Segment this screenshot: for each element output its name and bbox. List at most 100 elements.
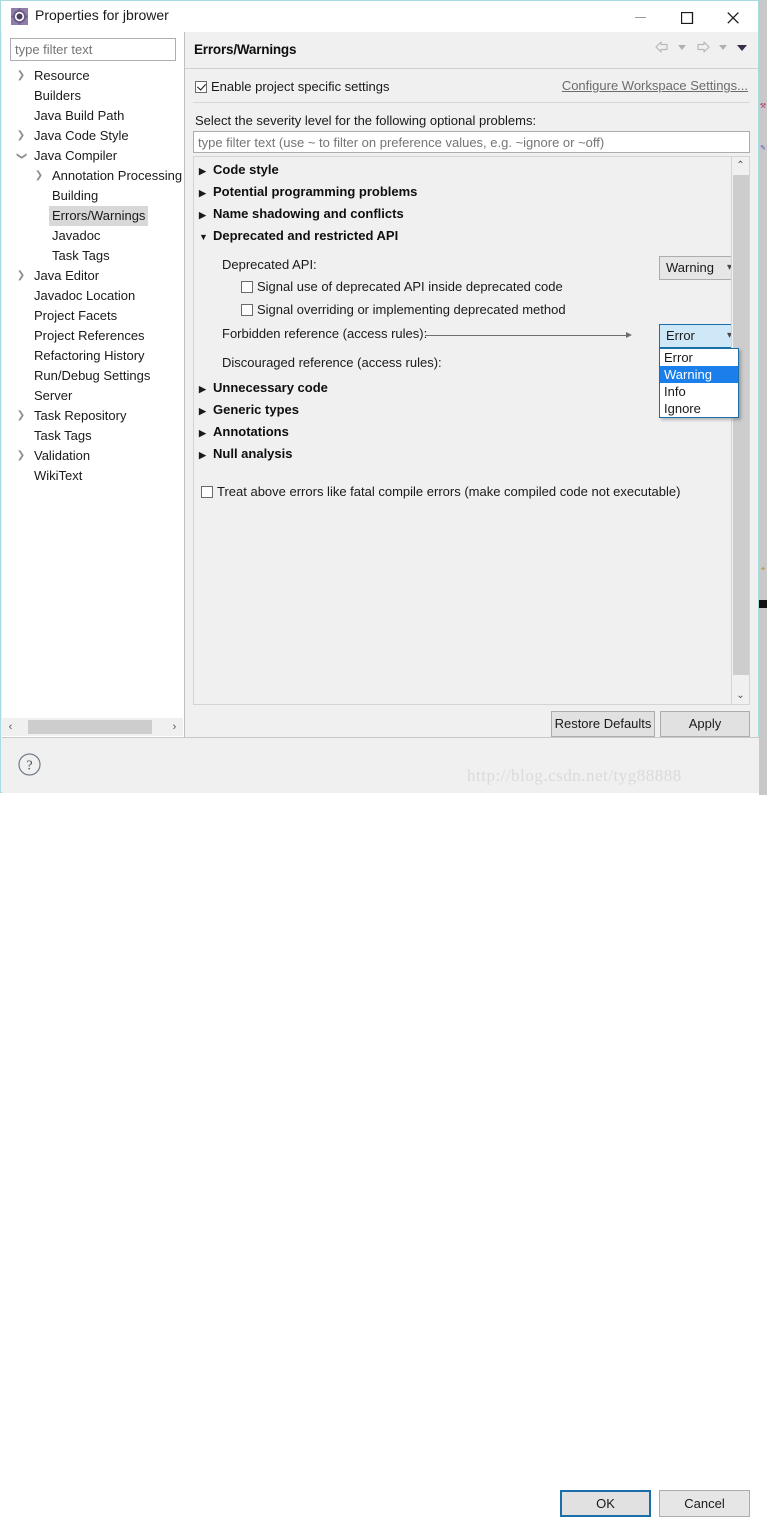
title-bar: Properties for jbrower [1,1,758,32]
maximize-icon [681,12,694,24]
sidebar-item-task-tags[interactable]: Task Tags [2,246,184,266]
combo-value: Error [666,328,695,343]
restore-defaults-button[interactable]: Restore Defaults [551,711,655,737]
checkbox-label: Signal use of deprecated API inside depr… [257,279,563,294]
chevron-right-icon: ▶ [199,188,206,198]
chevron-right-icon[interactable]: ❯ [14,266,28,286]
chevron-right-icon[interactable]: ❯ [32,166,46,186]
discouraged-reference-label: Discouraged reference (access rules): [222,355,442,370]
back-history-chevron-down-icon[interactable] [675,39,689,58]
sidebar-item-builders[interactable]: Builders [2,86,184,106]
checkbox-box[interactable] [201,486,213,498]
chevron-down-icon: ▼ [199,232,208,242]
sidebar-item-validation[interactable]: ❯ Validation [2,446,184,466]
group-label: Name shadowing and conflicts [213,206,404,221]
ok-button[interactable]: OK [560,1490,651,1517]
sidebar-item-label: Validation [34,448,91,463]
sidebar-scroll-track[interactable] [19,718,166,736]
severity-intro-label: Select the severity level for the follow… [195,113,537,128]
sidebar-item-label: Java Build Path [34,108,125,123]
dropdown-option-error[interactable]: Error [660,349,738,366]
options-scroll-thumb[interactable] [733,175,749,675]
sidebar-filter-input[interactable] [10,38,176,61]
sidebar-item-server[interactable]: Server [2,386,184,406]
sidebar-item-java-code-style[interactable]: ❯ Java Code Style [2,126,184,146]
sidebar-item-task-repository[interactable]: ❯ Task Repository [2,406,184,426]
group-label: Generic types [213,402,299,417]
dropdown-option-warning[interactable]: Warning [660,366,738,383]
sidebar-item-task-tags[interactable]: Task Tags [2,426,184,446]
enable-project-specific-settings-checkbox[interactable]: Enable project specific settings [195,79,389,94]
forward-history-chevron-down-icon[interactable] [716,39,730,58]
checkbox-label: Treat above errors like fatal compile er… [217,484,681,499]
sidebar-item-java-compiler[interactable]: ❯ Java Compiler [2,146,184,166]
group-label: Annotations [213,424,289,439]
chevron-right-icon[interactable]: ❯ [14,406,28,426]
group-label: Potential programming problems [213,184,418,199]
severity-dropdown-list[interactable]: Error Warning Info Ignore [659,348,739,418]
sidebar-scroll-left-button[interactable]: ‹ [2,718,19,736]
checkbox-box[interactable] [241,304,253,316]
sidebar-item-java-build-path[interactable]: Java Build Path [2,106,184,126]
scroll-up-button[interactable]: ⌃ [732,157,749,174]
sidebar-item-javadoc-location[interactable]: Javadoc Location [2,286,184,306]
dropdown-option-ignore[interactable]: Ignore [660,400,738,417]
options-vertical-scrollbar[interactable]: ⌃ ⌄ [731,157,749,704]
settings-tree[interactable]: ❯ Resource Builders Java Build Path ❯ Java Co… [2,66,184,706]
view-menu-chevron-down-icon[interactable] [734,39,750,58]
apply-button[interactable]: Apply [660,711,750,737]
fatal-compile-errors-checkbox[interactable]: Treat above errors like fatal compile er… [201,484,680,499]
maximize-button[interactable] [665,1,711,32]
options-filter-input[interactable] [193,131,750,153]
sidebar-item-refactoring-history[interactable]: Refactoring History [2,346,184,366]
close-button[interactable] [711,1,757,32]
group-name-shadowing-and-conflicts[interactable]: ▶ Name shadowing and conflicts [199,203,404,225]
sidebar-item-java-editor[interactable]: ❯ Java Editor [2,266,184,286]
deprecated-api-severity-combo[interactable]: Warning ▾ [659,256,740,280]
chevron-right-icon[interactable]: ❯ [14,126,28,146]
group-generic-types[interactable]: ▶ Generic types [199,399,299,421]
options-list: ▶ Code style ▶ Potential programming probl… [194,157,731,704]
group-code-style[interactable]: ▶ Code style [199,159,279,181]
group-potential-programming-problems[interactable]: ▶ Potential programming problems [199,181,417,203]
sidebar-item-run-debug-settings[interactable]: Run/Debug Settings [2,366,184,386]
sidebar-scroll-thumb[interactable] [28,720,152,734]
sidebar-item-label: Project Facets [34,308,118,323]
forbidden-reference-severity-combo[interactable]: Error ▾ [659,324,740,348]
signal-use-deprecated-api-checkbox[interactable]: Signal use of deprecated API inside depr… [241,279,563,294]
help-button[interactable]: ? [17,752,42,777]
group-annotations[interactable]: ▶ Annotations [199,421,289,443]
minimize-button[interactable] [619,1,665,32]
sidebar-horizontal-scrollbar[interactable]: ‹ › [2,717,183,736]
group-null-analysis[interactable]: ▶ Null analysis [199,443,292,465]
cancel-button[interactable]: Cancel [659,1490,750,1517]
checkbox-box[interactable] [195,81,207,93]
configure-workspace-settings-link[interactable]: Configure Workspace Settings... [562,78,748,93]
group-deprecated-and-restricted-api[interactable]: ▼ Deprecated and restricted API [199,225,398,247]
checkbox-box[interactable] [241,281,253,293]
sidebar-item-label: Project References [34,328,145,343]
chevron-down-icon[interactable]: ❯ [11,149,31,163]
forward-arrow-icon[interactable] [693,39,713,58]
back-arrow-icon[interactable] [652,39,672,58]
chevron-right-icon[interactable]: ❯ [14,66,28,86]
chevron-right-icon: ▶ [199,210,206,220]
chevron-right-icon[interactable]: ❯ [14,446,28,466]
properties-dialog: Properties for jbrower ❯ Resource Builders… [0,0,759,1517]
signal-overriding-deprecated-method-checkbox[interactable]: Signal overriding or implementing deprec… [241,302,566,317]
forbidden-leader-arrow-icon [626,332,632,338]
group-unnecessary-code[interactable]: ▶ Unnecessary code [199,377,328,399]
section-divider [193,102,750,103]
sidebar-item-annotation-processing[interactable]: ❯ Annotation Processing [2,166,184,186]
dropdown-option-info[interactable]: Info [660,383,738,400]
sidebar-item-resource[interactable]: ❯ Resource [2,66,184,86]
sidebar-scroll-right-button[interactable]: › [166,718,183,736]
sidebar-item-building[interactable]: Building [2,186,184,206]
sidebar-item-wikitext[interactable]: WikiText [2,466,184,486]
sidebar-item-project-facets[interactable]: Project Facets [2,306,184,326]
deprecated-api-label: Deprecated API: [222,257,317,272]
sidebar-item-javadoc[interactable]: Javadoc [2,226,184,246]
scroll-down-button[interactable]: ⌄ [732,687,749,704]
sidebar-item-errors-warnings[interactable]: Errors/Warnings [2,206,184,226]
sidebar-item-project-references[interactable]: Project References [2,326,184,346]
